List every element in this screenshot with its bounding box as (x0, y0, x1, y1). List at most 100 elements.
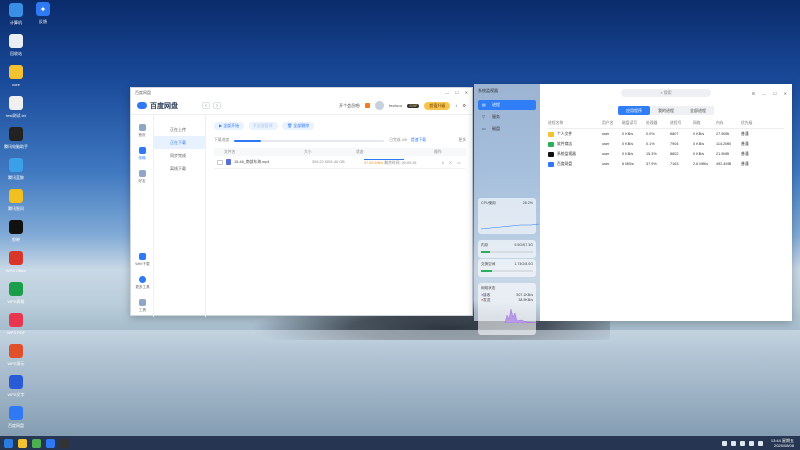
file-size: 309.22 KB/1.40 GB (312, 160, 345, 164)
subnav-uploading[interactable]: 正在上传 (154, 123, 205, 136)
keyboard-icon[interactable] (721, 440, 727, 446)
gift-icon[interactable] (365, 103, 371, 108)
speedup-link[interactable]: 提速下载 (411, 138, 426, 143)
settings-icon[interactable]: ⚙ (462, 103, 466, 108)
swap-title: 交换空间 (481, 262, 496, 266)
desktop-icon[interactable]: WPS文字 (0, 375, 34, 397)
nav-tools[interactable]: 工具 (131, 299, 154, 313)
files-icon[interactable] (32, 438, 41, 448)
row-actions: Ⅱ ✕ ▭ (442, 160, 461, 165)
cloud-icon[interactable] (18, 438, 27, 448)
desktop-icon[interactable]: WPS表格 (0, 282, 34, 304)
desktop-icon[interactable]: 百度网盘 (0, 406, 34, 428)
titlebar[interactable]: 百度网盘 — ☐ ✕ (131, 88, 472, 97)
bell-icon[interactable]: ♪ (455, 103, 457, 108)
desktop-icon[interactable]: WPS Office (0, 251, 34, 273)
close-icon[interactable]: ✕ (465, 90, 468, 95)
text-file-icon (9, 96, 23, 110)
col-process-name[interactable]: 进程名称 (548, 121, 602, 126)
back-button[interactable]: ‹ (202, 102, 210, 109)
volume-icon[interactable] (748, 440, 754, 446)
col-cpu[interactable]: 处理器 (646, 121, 670, 126)
nav-transfer[interactable]: 传输 (131, 147, 153, 161)
delete-all-button[interactable]: 🗑 全部删除 (282, 122, 315, 130)
more-link[interactable]: 更多 (458, 138, 466, 143)
col-user[interactable]: 用户名 (602, 121, 622, 126)
desktop-icon[interactable]: WPS PDF (0, 313, 34, 335)
desktop-icon[interactable]: test测试.txt (0, 96, 34, 118)
desktop-icon-label: test测试.txt (6, 113, 26, 118)
maximize-icon[interactable]: ☐ (455, 90, 459, 95)
memory-value: 9.5G/67.3G (514, 243, 533, 247)
trash-icon (9, 34, 23, 48)
desktop-icon[interactable]: 腾讯智问 (0, 189, 34, 211)
search-placeholder: 搜索 (663, 90, 672, 95)
folder-icon[interactable]: ▭ (457, 160, 461, 165)
upgrade-button[interactable]: 超值升级 (424, 101, 451, 110)
grid-icon (139, 299, 146, 306)
member-prompt[interactable]: 开个会员吧! (339, 103, 360, 109)
start-all-button[interactable]: ▶ 全部开始 (214, 122, 245, 130)
subnav-offline[interactable]: 离线下载 (154, 162, 205, 175)
table-row[interactable]: 百度网盘 user 6 MB/s 37.9% 7163 2.6 MB/s 492.4MB 普通 (548, 159, 784, 169)
col-disk[interactable]: 磁盘读写 (622, 121, 646, 126)
process-name: 软件商店 (557, 141, 573, 146)
tab-my-processes[interactable]: 我的进程 (650, 106, 682, 115)
col-memory[interactable]: 内存 (716, 121, 741, 126)
terminal-icon[interactable] (60, 438, 69, 448)
minimize-icon[interactable]: — (445, 90, 449, 95)
desktop-icon-label: 腾讯蓝鲸 (8, 175, 24, 180)
desktop-icon[interactable]: 腾讯蓝鲸 (0, 158, 34, 180)
desktop-icon[interactable]: 回收站 (0, 34, 34, 56)
process-pid: 7163 (670, 162, 679, 166)
nav-friends[interactable]: 好友 (131, 170, 153, 184)
tab-all-processes[interactable]: 全部进程 (682, 106, 714, 115)
avatar[interactable] (375, 101, 385, 110)
process-name-cell: 个人文件 (548, 131, 602, 137)
col-priority[interactable]: 优先级 (741, 121, 761, 126)
clock[interactable]: 13:44 星期五 2025/08/08 (771, 438, 794, 448)
subnav-downloading[interactable]: 正在下载 (154, 136, 205, 149)
process-disk: 6 MB/s (622, 162, 634, 166)
sidebar-item-services[interactable]: ▽ 服务 (478, 112, 536, 122)
close-icon[interactable]: ✕ (784, 91, 787, 96)
table-row[interactable]: 系统监视器 user 0 KB/s 15.3% 8802 0 KB/s 21.9MB 普通 (548, 149, 784, 159)
col-network[interactable]: 网络 (693, 121, 716, 126)
table-row[interactable]: 15-46_南部东海.mp4 309.22 KB/1.40 GB 97.83 M… (214, 156, 466, 169)
cloud-tray-icon[interactable] (730, 440, 736, 446)
swap-card: 交换空间 1.74G/8.0G (478, 259, 536, 277)
nav-label: 首页 (138, 133, 146, 137)
sidebar-item-disks[interactable]: ▭ 磁盘 (478, 124, 536, 134)
pause-icon[interactable]: Ⅱ (442, 160, 444, 165)
launcher-icon[interactable] (4, 438, 13, 448)
progress-label: 下载进度 (214, 138, 230, 142)
process-user: user (602, 142, 610, 146)
table-row[interactable]: 个人文件 user 0 KB/s 0.0% 6807 0 KB/s 27.9MB 普通 (548, 129, 784, 139)
delete-icon[interactable]: ✕ (449, 160, 452, 165)
table-row[interactable]: 软件商店 user 0 KB/s 0.1% 7904 0 KB/s 114.2MB 普通 (548, 139, 784, 149)
desktop-icon[interactable]: 腾讯电脑助手 (0, 127, 34, 149)
search-input[interactable]: ⌕ 搜索 (621, 89, 711, 97)
sidebar-item-processes[interactable]: ▤ 进程 (478, 100, 536, 110)
maximize-icon[interactable]: ☐ (773, 91, 777, 96)
desktop-icon[interactable]: core (0, 65, 34, 87)
nav-home[interactable]: 首页 (131, 124, 153, 138)
forward-button[interactable]: › (213, 102, 221, 109)
username[interactable]: tech•••• (389, 103, 402, 108)
notification-icon[interactable] (757, 440, 763, 446)
minimize-icon[interactable]: — (762, 91, 766, 96)
network-icon[interactable] (739, 440, 745, 446)
nav-more-tools[interactable]: 更多工具 (131, 276, 154, 290)
desktop-icon-feedback[interactable]: ✦ 反馈 (25, 2, 61, 24)
row-checkbox[interactable] (217, 159, 223, 165)
memory-title: 内存 (481, 243, 489, 247)
pause-all-button[interactable]: Ⅱ 全部暂停 (248, 122, 278, 130)
col-pid[interactable]: 进程号 (670, 121, 693, 126)
tab-applications[interactable]: 应用程序 (618, 106, 650, 115)
subnav-synced[interactable]: 同步完成 (154, 149, 205, 162)
desktop-icon[interactable]: WPS演示 (0, 344, 34, 366)
monitor-icon[interactable] (46, 438, 55, 448)
nav-web-download[interactable]: Web下载 (131, 253, 154, 267)
menu-icon[interactable]: ☰ (751, 91, 755, 96)
desktop-icon[interactable]: 剪映 (0, 220, 34, 242)
